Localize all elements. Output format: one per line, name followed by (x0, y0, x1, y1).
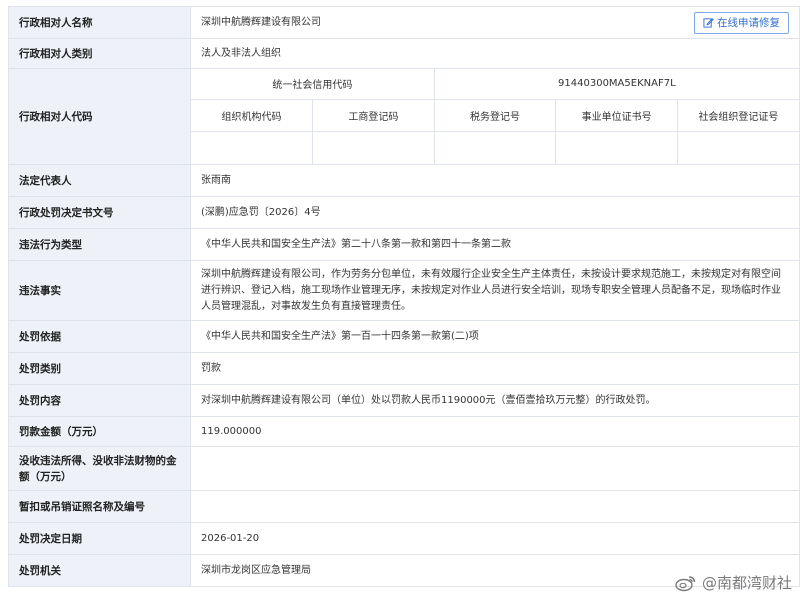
label-category: 处罚类别 (8, 352, 191, 385)
row-type: 行政相对人类别 法人及非法人组织 (8, 38, 800, 69)
row-violation-type: 违法行为类型 《中华人民共和国安全生产法》第二十八条第一款和第四十一条第二款 (8, 228, 800, 261)
penalty-record-page: 行政相对人名称 深圳中航腾辉建设有限公司 在线申请修复 行政相对人类别 法人及非… (0, 0, 800, 601)
value-date: 2026-01-20 (190, 522, 800, 555)
row-name: 行政相对人名称 深圳中航腾辉建设有限公司 在线申请修复 (8, 6, 800, 39)
penalty-info-table: 行政相对人名称 深圳中航腾辉建设有限公司 在线申请修复 行政相对人类别 法人及非… (8, 6, 800, 587)
label-date: 处罚决定日期 (8, 522, 191, 555)
value-facts: 深圳中航腾辉建设有限公司，作为劳务分包单位，未有效履行企业安全生产主体责任，未按… (190, 260, 800, 321)
sub-value-institution-cert (555, 130, 678, 164)
value-violation-type: 《中华人民共和国安全生产法》第二十八条第一款和第四十一条第二款 (190, 228, 800, 261)
label-type: 行政相对人类别 (8, 38, 191, 69)
label-legal-rep: 法定代表人 (8, 164, 191, 197)
weibo-icon (675, 575, 696, 591)
watermark: @南都湾财社 (675, 572, 792, 593)
sub-header-business-reg: 工商登记码 (312, 98, 435, 132)
label-violation-type: 违法行为类型 (8, 228, 191, 261)
label-facts: 违法事实 (8, 260, 191, 321)
label-code: 行政相对人代码 (8, 68, 191, 165)
value-license (190, 490, 800, 523)
credit-code-label: 统一社会信用代码 (191, 69, 435, 100)
sub-header-org-code: 组织机构代码 (191, 98, 314, 132)
online-repair-button[interactable]: 在线申请修复 (694, 11, 789, 34)
value-content: 对深圳中航腾辉建设有限公司（单位）处以罚款人民币1190000元（壹佰壹拾玖万元… (190, 384, 800, 417)
row-legal-rep: 法定代表人 张雨南 (8, 164, 800, 197)
row-facts: 违法事实 深圳中航腾辉建设有限公司，作为劳务分包单位，未有效履行企业安全生产主体… (8, 260, 800, 321)
label-doc-no: 行政处罚决定书文号 (8, 196, 191, 229)
row-fine: 罚款金额（万元） 119.000000 (8, 416, 800, 447)
sub-value-tax-reg (433, 130, 557, 164)
sub-value-business-reg (312, 130, 435, 164)
sub-header-tax-reg: 税务登记号 (433, 98, 557, 132)
code-subtable: 统一社会信用代码 91440300MA5EKNAF7L 组织机构代码 工商登记码… (191, 69, 799, 164)
label-authority: 处罚机关 (8, 554, 191, 587)
row-confiscation: 没收违法所得、没收非法财物的金额（万元） (8, 446, 800, 491)
sub-header-institution-cert: 事业单位证书号 (555, 98, 678, 132)
online-repair-label: 在线申请修复 (717, 16, 780, 29)
label-fine: 罚款金额（万元） (8, 416, 191, 447)
value-name-cell: 深圳中航腾辉建设有限公司 在线申请修复 (190, 6, 800, 39)
credit-code-value: 91440300MA5EKNAF7L (433, 69, 799, 100)
value-fine: 119.000000 (190, 416, 800, 447)
row-content: 处罚内容 对深圳中航腾辉建设有限公司（单位）处以罚款人民币1190000元（壹佰… (8, 384, 800, 417)
watermark-text: @南都湾财社 (701, 574, 792, 592)
value-basis: 《中华人民共和国安全生产法》第一百一十四条第一款第(二)项 (190, 320, 800, 353)
sub-value-org-code (191, 130, 314, 164)
label-license: 暂扣或吊销证照名称及编号 (8, 490, 191, 523)
row-license: 暂扣或吊销证照名称及编号 (8, 490, 800, 523)
row-code: 行政相对人代码 统一社会信用代码 91440300MA5EKNAF7L 组织机构… (8, 68, 800, 165)
label-basis: 处罚依据 (8, 320, 191, 353)
code-subtable-cell: 统一社会信用代码 91440300MA5EKNAF7L 组织机构代码 工商登记码… (190, 68, 800, 165)
row-date: 处罚决定日期 2026-01-20 (8, 522, 800, 555)
row-basis: 处罚依据 《中华人民共和国安全生产法》第一百一十四条第一款第(二)项 (8, 320, 800, 353)
label-confiscation: 没收违法所得、没收非法财物的金额（万元） (8, 446, 191, 491)
value-type: 法人及非法人组织 (190, 38, 800, 69)
label-content: 处罚内容 (8, 384, 191, 417)
value-legal-rep: 张雨南 (190, 164, 800, 197)
row-category: 处罚类别 罚款 (8, 352, 800, 385)
value-name: 深圳中航腾辉建设有限公司 (201, 16, 321, 28)
value-confiscation (190, 446, 800, 491)
edit-icon (703, 18, 714, 28)
value-doc-no: (深鹏)应急罚〔2026〕4号 (190, 196, 800, 229)
value-category: 罚款 (190, 352, 800, 385)
sub-value-social-org-cert (676, 130, 799, 164)
row-doc-no: 行政处罚决定书文号 (深鹏)应急罚〔2026〕4号 (8, 196, 800, 229)
label-name: 行政相对人名称 (8, 6, 191, 39)
sub-header-social-org-cert: 社会组织登记证号 (676, 98, 799, 132)
